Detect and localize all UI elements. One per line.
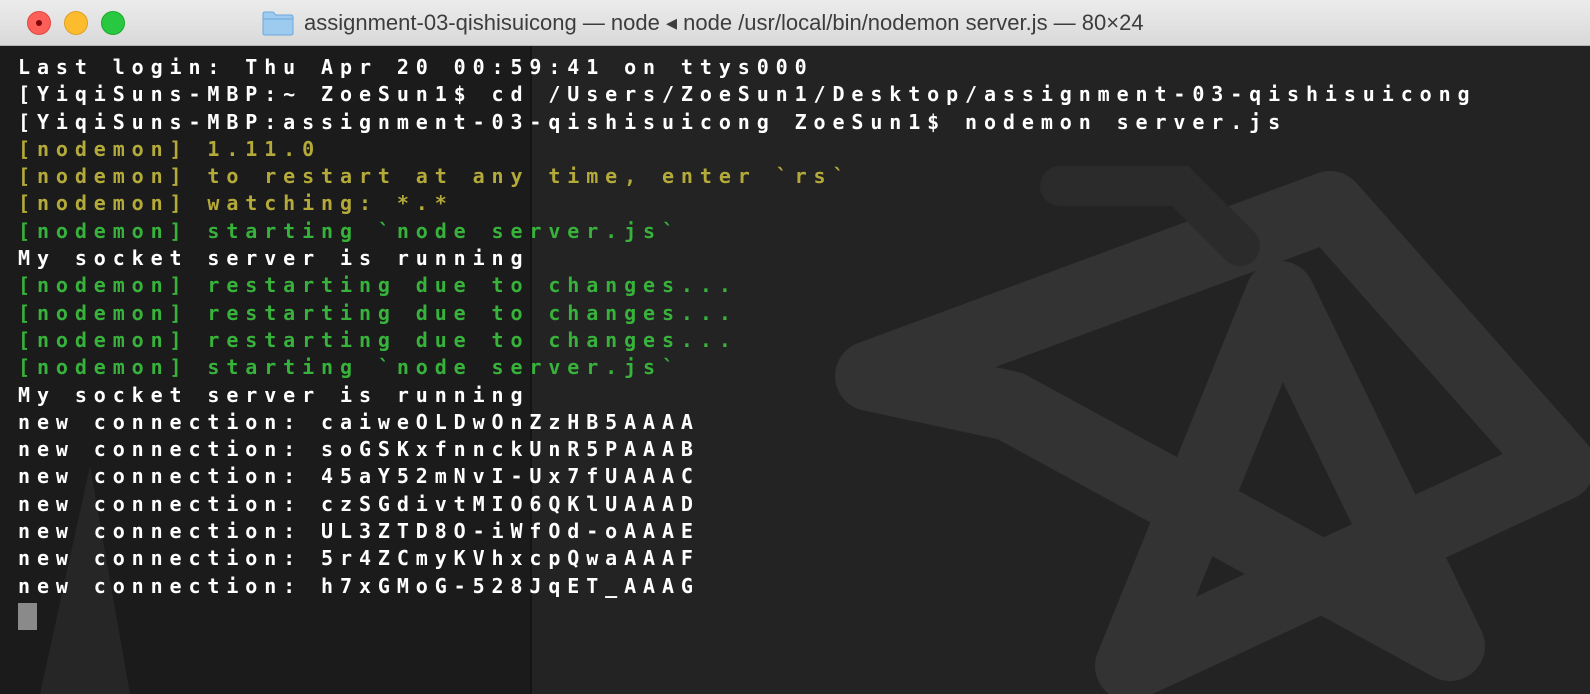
terminal-content[interactable]: Last login: Thu Apr 20 00:59:41 on ttys0… bbox=[0, 46, 1590, 694]
terminal-line: new connection: soGSKxfnnckUnR5PAAAB bbox=[18, 437, 700, 462]
terminal-line: [nodemon] watching: *.* bbox=[18, 191, 454, 216]
terminal-window: assignment-03-qishisuicong — node ◂ node… bbox=[0, 0, 1590, 694]
terminal-line: [nodemon] to restart at any time, enter … bbox=[18, 164, 852, 189]
terminal-line: My socket server is running bbox=[18, 246, 530, 271]
title-bar[interactable]: assignment-03-qishisuicong — node ◂ node… bbox=[0, 0, 1590, 46]
window-title: assignment-03-qishisuicong — node ◂ node… bbox=[304, 10, 1144, 35]
terminal-line: [YiqiSuns-MBP:~ ZoeSun1$ cd /Users/ZoeSu… bbox=[18, 82, 1477, 107]
terminal-line: [nodemon] starting `node server.js` bbox=[18, 355, 681, 380]
text-cursor bbox=[18, 603, 37, 630]
terminal-line: My socket server is running bbox=[18, 382, 530, 407]
window-title-group: assignment-03-qishisuicong — node ◂ node… bbox=[262, 0, 1144, 46]
terminal-line: new connection: h7xGMoG-528JqET_AAAG bbox=[18, 573, 700, 598]
terminal-line: [nodemon] 1.11.0 bbox=[18, 136, 322, 161]
terminal-line: new connection: 45aY52mNvI-Ux7fUAAAC bbox=[18, 464, 700, 489]
terminal-line: [nodemon] restarting due to changes... bbox=[18, 273, 738, 298]
terminal-line: new connection: czSGdivtMIO6QKlUAAAD bbox=[18, 491, 700, 516]
minimize-button[interactable] bbox=[64, 11, 88, 35]
terminal-output: Last login: Thu Apr 20 00:59:41 on ttys0… bbox=[18, 54, 1590, 600]
terminal-line: [nodemon] restarting due to changes... bbox=[18, 300, 738, 325]
terminal-line: Last login: Thu Apr 20 00:59:41 on ttys0… bbox=[18, 55, 814, 79]
terminal-line: new connection: caiweOLDwOnZzHB5AAAA bbox=[18, 409, 700, 434]
zoom-button[interactable] bbox=[101, 11, 125, 35]
terminal-line: [nodemon] starting `node server.js` bbox=[18, 218, 681, 243]
terminal-line: [nodemon] restarting due to changes... bbox=[18, 327, 738, 352]
close-button[interactable] bbox=[27, 11, 51, 35]
terminal-line: new connection: 5r4ZCmyKVhxcpQwaAAAF bbox=[18, 546, 700, 571]
folder-icon bbox=[262, 11, 294, 36]
terminal-line: [YiqiSuns-MBP:assignment-03-qishisuicong… bbox=[18, 109, 1288, 134]
terminal-line: new connection: UL3ZTD8O-iWfOd-oAAAE bbox=[18, 519, 700, 544]
